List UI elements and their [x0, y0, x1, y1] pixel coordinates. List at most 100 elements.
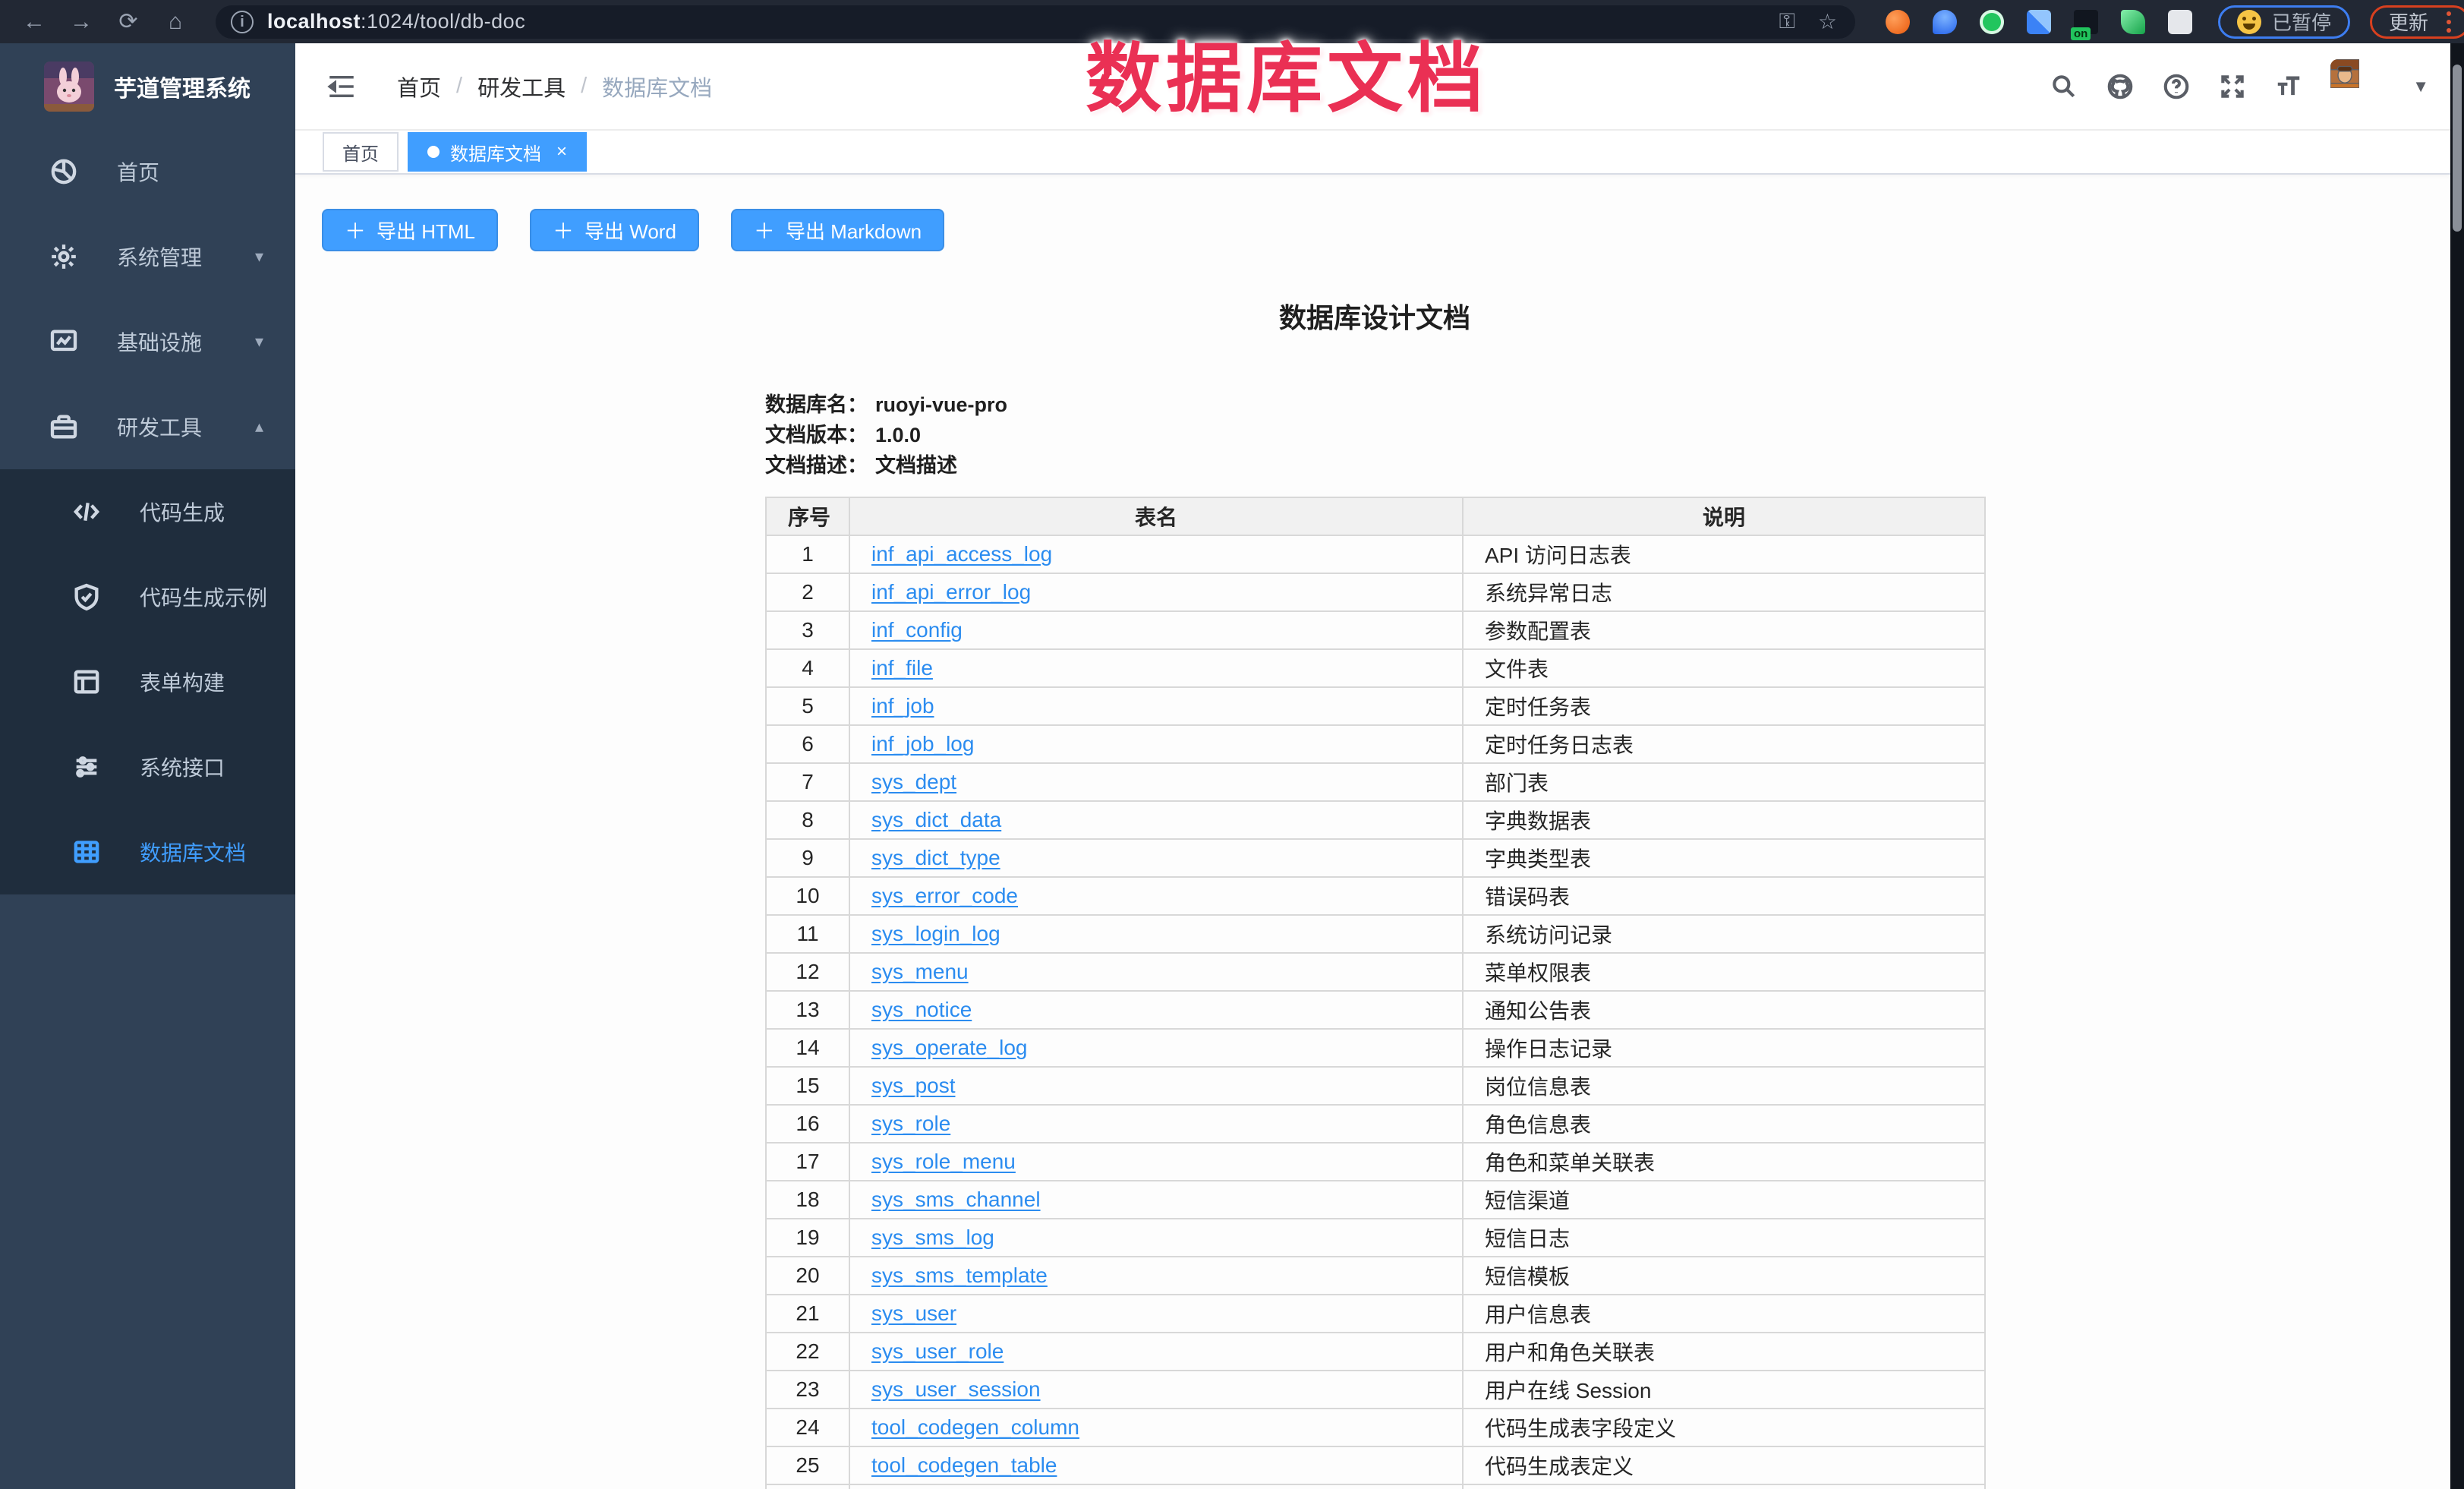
sidebar-item-0[interactable]: 首页: [0, 129, 295, 214]
export-word-button[interactable]: ＋导出 Word: [530, 209, 699, 251]
extension-leaf-icon[interactable]: [2121, 10, 2145, 34]
github-icon[interactable]: [2106, 72, 2135, 101]
cell-table-name: inf_api_access_log: [849, 535, 1463, 573]
cell-index: 14: [766, 1029, 849, 1067]
extension-grid-icon[interactable]: [2027, 10, 2051, 34]
back-icon[interactable]: ←: [21, 9, 47, 35]
sidebar-item-3[interactable]: 研发工具▴: [0, 384, 295, 469]
table-name-link[interactable]: sys_dept: [871, 770, 956, 793]
password-key-icon[interactable]: ⚿: [1779, 9, 1795, 34]
sidebar-item-2[interactable]: 基础设施▾: [0, 299, 295, 384]
chevron-up-icon: ▴: [255, 417, 263, 437]
tab-home[interactable]: 首页: [323, 132, 399, 172]
cell-table-name: tool_test_demo: [849, 1484, 1463, 1489]
font-size-icon[interactable]: [2274, 72, 2303, 101]
table-name-link[interactable]: inf_job_log: [871, 732, 974, 756]
sidebar-subitem-2[interactable]: 表单构建: [0, 639, 295, 724]
tab-close-icon[interactable]: ×: [556, 141, 567, 162]
column-header-description: 说明: [1463, 497, 1985, 535]
table-row: 6inf_job_log定时任务日志表: [766, 725, 1985, 763]
tabs-bar: 首页 数据库文档 ×: [295, 131, 2450, 175]
table-row: 15sys_post岗位信息表: [766, 1067, 1985, 1105]
help-icon[interactable]: [2162, 72, 2191, 101]
extension-check-icon[interactable]: [1980, 10, 2004, 34]
table-name-link[interactable]: sys_operate_log: [871, 1036, 1027, 1059]
extension-pin-icon[interactable]: [1933, 10, 1957, 34]
paused-badge[interactable]: 已暂停: [2218, 5, 2350, 39]
table-row: 9sys_dict_type字典类型表: [766, 839, 1985, 877]
extension-orange-icon[interactable]: [1886, 10, 1910, 34]
table-name-link[interactable]: tool_codegen_column: [871, 1415, 1079, 1439]
table-row: 7sys_dept部门表: [766, 763, 1985, 801]
cell-table-name: sys_user_role: [849, 1333, 1463, 1371]
table-name-link[interactable]: sys_role: [871, 1112, 950, 1135]
table-row: 21sys_user用户信息表: [766, 1295, 1985, 1333]
table-name-link[interactable]: sys_menu: [871, 960, 969, 983]
sidebar-subitem-label: 表单构建: [140, 667, 225, 697]
bookmark-star-icon[interactable]: ☆: [1818, 9, 1837, 34]
table-name-link[interactable]: sys_dict_data: [871, 808, 1001, 831]
table-name-link[interactable]: sys_login_log: [871, 922, 1000, 945]
cell-description: 菜单权限表: [1463, 953, 1985, 991]
table-row: 26tool_test_demo字典类型表: [766, 1484, 1985, 1489]
sidebar-fold-icon[interactable]: [326, 71, 358, 103]
reload-icon[interactable]: ⟳: [115, 9, 141, 35]
search-icon[interactable]: [2050, 72, 2078, 101]
cell-index: 16: [766, 1105, 849, 1143]
active-tab-dot-icon: [427, 146, 440, 158]
cell-table-name: sys_sms_channel: [849, 1181, 1463, 1219]
document-meta: 数据库名：ruoyi-vue-pro文档版本：1.0.0文档描述：文档描述: [765, 390, 1984, 480]
sidebar-subitem-3[interactable]: 系统接口: [0, 724, 295, 809]
cell-description: 系统访问记录: [1463, 915, 1985, 953]
table-name-link[interactable]: inf_api_error_log: [871, 580, 1031, 604]
cell-description: 定时任务表: [1463, 687, 1985, 725]
table-name-link[interactable]: tool_codegen_table: [871, 1453, 1057, 1477]
fullscreen-icon[interactable]: [2218, 72, 2247, 101]
breadcrumb-section[interactable]: 研发工具: [477, 71, 566, 103]
table-name-link[interactable]: sys_role_menu: [871, 1150, 1016, 1173]
table-name-link[interactable]: sys_dict_type: [871, 846, 1000, 869]
home-icon[interactable]: ⌂: [162, 9, 188, 35]
cell-index: 13: [766, 991, 849, 1029]
table-name-link[interactable]: sys_notice: [871, 998, 972, 1021]
user-avatar[interactable]: [2330, 59, 2385, 114]
table-name-link[interactable]: inf_file: [871, 656, 933, 680]
table-name-link[interactable]: sys_error_code: [871, 884, 1018, 907]
update-button[interactable]: 更新: [2370, 5, 2464, 39]
column-header-table-name: 表名: [849, 497, 1463, 535]
extension-switch-icon[interactable]: on: [2074, 10, 2098, 34]
table-name-link[interactable]: inf_api_access_log: [871, 542, 1052, 566]
table-name-link[interactable]: sys_sms_channel: [871, 1188, 1041, 1211]
table-name-link[interactable]: sys_sms_log: [871, 1226, 994, 1249]
cell-index: 25: [766, 1446, 849, 1484]
sidebar-item-1[interactable]: 系统管理▾: [0, 214, 295, 299]
scrollbar-thumb[interactable]: [2453, 65, 2462, 232]
export-markdown-button[interactable]: ＋导出 Markdown: [731, 209, 944, 251]
sidebar-subitem-4[interactable]: 数据库文档: [0, 809, 295, 894]
table-name-link[interactable]: inf_job: [871, 694, 934, 718]
tab-db-doc[interactable]: 数据库文档 ×: [408, 132, 587, 172]
table-name-link[interactable]: sys_user: [871, 1301, 956, 1325]
site-info-icon[interactable]: i: [231, 11, 254, 33]
extensions-puzzle-icon[interactable]: [2168, 10, 2192, 34]
browser-menu-icon[interactable]: [2447, 11, 2451, 16]
app-logo-row[interactable]: 芋道管理系统: [0, 43, 295, 129]
table-name-link[interactable]: sys_post: [871, 1074, 956, 1097]
doc-meta-row-0: 数据库名：ruoyi-vue-pro: [765, 390, 1984, 419]
forward-icon[interactable]: →: [68, 9, 94, 35]
sidebar-subitem-1[interactable]: 代码生成示例: [0, 554, 295, 639]
table-name-link[interactable]: sys_user_role: [871, 1339, 1004, 1363]
breadcrumb-home[interactable]: 首页: [397, 71, 441, 103]
avatar-caret-icon[interactable]: ▼: [2412, 77, 2429, 96]
table-name-link[interactable]: sys_user_session: [871, 1377, 1041, 1401]
emoji-face-icon: [2237, 10, 2261, 34]
sidebar-submenu-devtools: 代码生成代码生成示例表单构建系统接口数据库文档: [0, 469, 295, 894]
window-scrollbar[interactable]: [2450, 43, 2464, 1489]
address-bar[interactable]: i localhost:1024/tool/db-doc ⚿ ☆: [216, 5, 1855, 39]
export-html-button[interactable]: ＋导出 HTML: [322, 209, 498, 251]
table-name-link[interactable]: inf_config: [871, 618, 963, 642]
breadcrumb-current: 数据库文档: [602, 71, 712, 103]
table-name-link[interactable]: sys_sms_template: [871, 1263, 1048, 1287]
update-label: 更新: [2389, 8, 2428, 36]
sidebar-subitem-0[interactable]: 代码生成: [0, 469, 295, 554]
